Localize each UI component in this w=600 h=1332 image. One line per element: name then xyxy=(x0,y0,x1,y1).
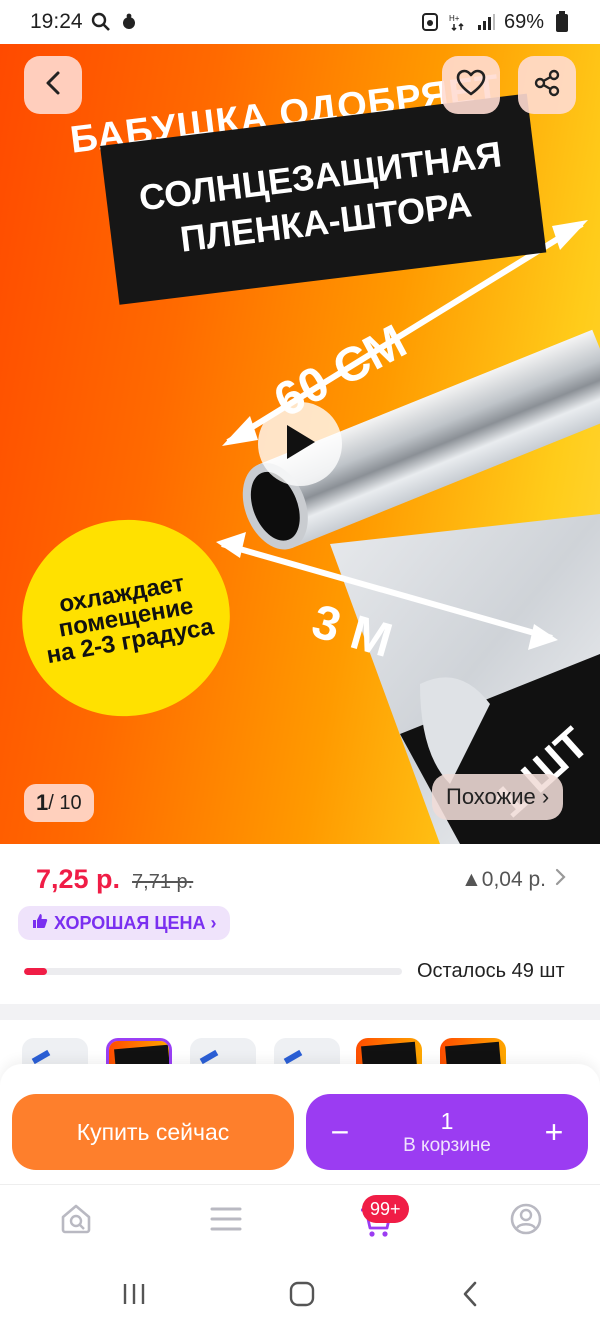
section-divider xyxy=(0,1004,600,1020)
stock-progress-fill xyxy=(24,968,47,975)
stock-progress xyxy=(24,968,402,975)
bottom-tab-bar: 99+ xyxy=(0,1184,600,1260)
data-icon: H+ xyxy=(448,12,468,32)
price-change-link[interactable]: ▲0,04 р. xyxy=(461,868,566,892)
increase-quantity-button[interactable]: + xyxy=(536,1114,572,1151)
play-icon xyxy=(283,423,317,466)
image-counter: 1 / 10 xyxy=(24,784,94,822)
price-section: 7,25 р. 7,71 р. ▲0,04 р. ХОРОШАЯ ЦЕНА › … xyxy=(0,844,600,1004)
alarm-icon xyxy=(420,12,440,32)
cart-quantity[interactable]: 1 В корзине xyxy=(403,1107,491,1157)
battery-icon xyxy=(552,11,572,32)
status-bar: 19:24 H+ 69% xyxy=(0,0,600,44)
current-price: 7,25 р. xyxy=(36,864,121,894)
home-button[interactable] xyxy=(286,1280,318,1312)
chevron-right-icon xyxy=(554,868,566,892)
system-navigation xyxy=(0,1260,600,1332)
counter-total: / 10 xyxy=(48,791,82,814)
back-arrow-icon xyxy=(460,1280,480,1313)
cart-quantity-value: 1 xyxy=(440,1108,454,1134)
tab-catalog[interactable] xyxy=(206,1201,246,1241)
notification-icon xyxy=(119,12,139,32)
recent-apps-button[interactable] xyxy=(118,1280,150,1312)
home-icon xyxy=(59,1202,93,1241)
decrease-quantity-button[interactable]: − xyxy=(322,1114,358,1151)
similar-button[interactable]: Похожие › xyxy=(432,774,564,820)
chevron-left-icon xyxy=(43,70,63,101)
signal-icon xyxy=(476,12,496,32)
thumbs-up-icon xyxy=(32,913,48,934)
svg-text:H+: H+ xyxy=(449,14,460,23)
profile-icon xyxy=(509,1202,543,1241)
cart-quantity-control: − 1 В корзине + xyxy=(306,1094,588,1170)
back-button[interactable] xyxy=(24,56,82,114)
tab-home[interactable] xyxy=(56,1201,96,1241)
status-time: 19:24 xyxy=(30,10,83,33)
home-square-icon xyxy=(289,1281,315,1312)
purchase-panel: Купить сейчас − 1 В корзине + xyxy=(0,1064,600,1184)
battery-percent: 69% xyxy=(503,10,544,33)
back-nav-button[interactable] xyxy=(454,1280,486,1312)
cart-count-badge: 99+ xyxy=(362,1195,409,1223)
catalog-icon xyxy=(209,1204,243,1239)
stock-remaining: Осталось 49 шт xyxy=(417,960,565,982)
share-icon xyxy=(533,69,561,102)
buy-now-button[interactable]: Купить сейчас xyxy=(12,1094,294,1170)
product-gallery[interactable]: БАБУШКА ОДОБРЯЕТ СОЛНЦЕЗАЩИТНАЯ ПЛЕНКА-Ш… xyxy=(0,44,600,844)
old-price: 7,71 р. xyxy=(132,871,194,893)
share-button[interactable] xyxy=(518,56,576,114)
favorite-button[interactable] xyxy=(442,56,500,114)
good-price-label: ХОРОШАЯ ЦЕНА › xyxy=(54,912,217,933)
price-delta: ▲0,04 р. xyxy=(460,868,546,891)
play-video-button[interactable] xyxy=(258,402,342,486)
in-cart-label: В корзине xyxy=(403,1135,491,1156)
tab-profile[interactable] xyxy=(506,1201,546,1241)
search-icon xyxy=(91,12,111,32)
heart-icon xyxy=(456,69,486,102)
counter-current: 1 xyxy=(36,790,49,815)
good-price-badge[interactable]: ХОРОШАЯ ЦЕНА › xyxy=(18,906,231,940)
recent-apps-icon xyxy=(121,1282,147,1311)
